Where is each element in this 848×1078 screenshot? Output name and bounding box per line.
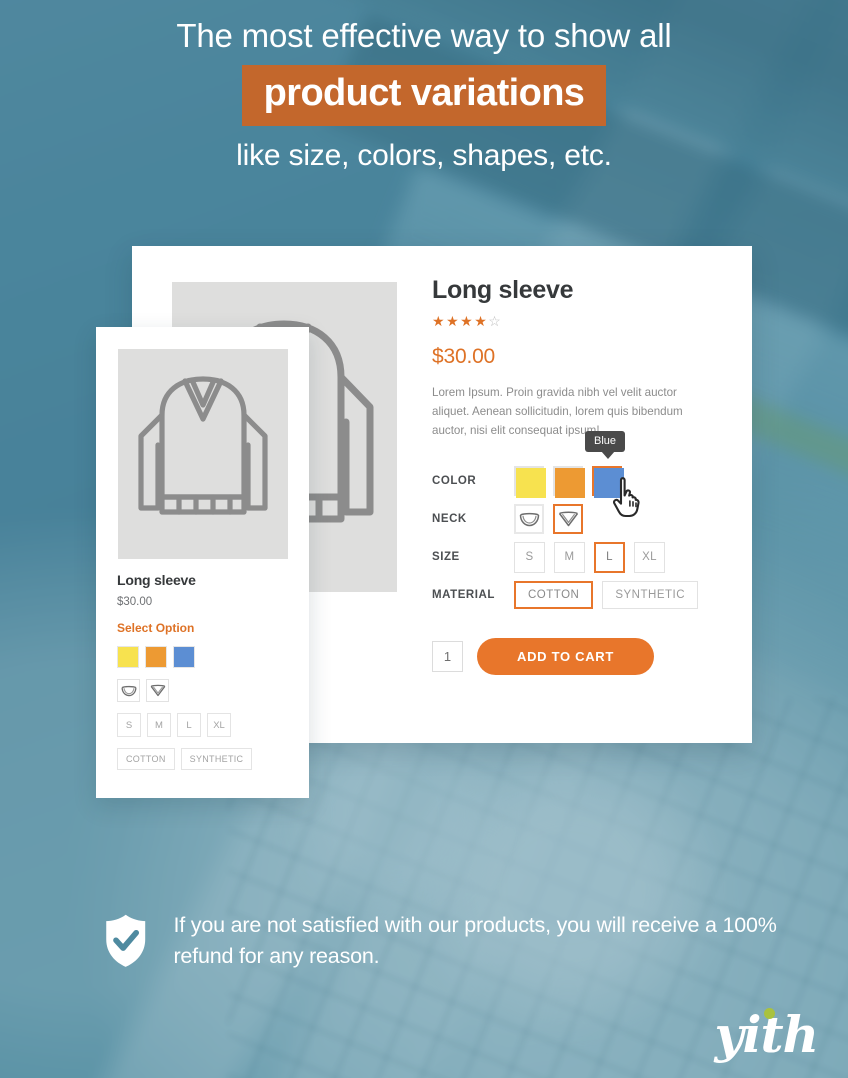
yith-logo-dot (763, 1008, 775, 1019)
mini-size-option-l[interactable]: L (177, 713, 201, 737)
v-neck-icon (558, 511, 578, 527)
star-filled: ★ (460, 313, 475, 329)
attribute-row-neck: NECK (432, 500, 732, 538)
product-price: $30.00 (432, 345, 496, 368)
product-mini-card: Long sleeve $30.00 Select Option S M L X… (96, 327, 309, 798)
guarantee-text: If you are not satisfied with our produc… (173, 913, 777, 968)
guarantee-block: If you are not satisfied with our produc… (104, 905, 784, 977)
mini-neck-options (117, 679, 292, 702)
product-title: Long sleeve (432, 276, 574, 304)
cart-row: 1 ADD TO CART (432, 638, 732, 676)
attribute-label-color: COLOR (432, 475, 477, 488)
mini-material-options: COTTON SYNTHETIC (117, 748, 292, 770)
mini-neck-option-v[interactable] (146, 679, 169, 702)
material-option-synthetic[interactable]: SYNTHETIC (602, 581, 699, 610)
mini-size-option-s[interactable]: S (117, 713, 141, 737)
color-options (514, 466, 624, 499)
star-empty: ☆ (488, 313, 503, 329)
mini-color-swatch-blue[interactable] (173, 646, 195, 668)
headline-line-3: like size, colors, shapes, etc. (236, 139, 612, 173)
color-swatch-yellow[interactable] (514, 466, 546, 499)
sweater-icon (138, 376, 268, 515)
color-tooltip: Blue (585, 431, 626, 460)
crew-neck-icon (519, 512, 539, 527)
material-options: COTTON SYNTHETIC (514, 581, 699, 610)
size-option-s[interactable]: S (514, 541, 545, 573)
size-option-l[interactable]: L (594, 541, 625, 573)
product-description: Lorem Ipsum. Proin gravida nibh vel veli… (432, 386, 683, 438)
size-option-m[interactable]: M (554, 541, 585, 573)
mini-neck-option-crew[interactable] (117, 679, 140, 702)
attribute-label-neck: NECK (432, 513, 467, 526)
shield-check-icon (106, 914, 146, 967)
mini-size-option-xl[interactable]: XL (207, 713, 231, 737)
star-filled: ★ (446, 313, 461, 329)
star-filled: ★ (432, 313, 447, 329)
headline-banner: product variations (241, 65, 607, 127)
crew-neck-icon (120, 685, 137, 696)
yith-logo: yith (715, 1008, 819, 1060)
attribute-label-material: MATERIAL (432, 589, 495, 602)
quantity-input[interactable]: 1 (432, 641, 463, 673)
neck-options (514, 504, 583, 535)
product-details: Long sleeve ★★★★☆ $30.00 Lorem Ipsum. Pr… (432, 276, 732, 676)
mini-size-option-m[interactable]: M (147, 713, 171, 737)
mini-color-swatch-orange[interactable] (145, 646, 167, 668)
mini-product-image (118, 349, 288, 559)
mini-product-price: $30.00 (117, 596, 153, 608)
size-options: S M L XL (514, 541, 665, 573)
size-option-xl[interactable]: XL (634, 541, 665, 573)
mini-color-swatch-yellow[interactable] (117, 646, 139, 668)
select-option-link[interactable]: Select Option (117, 621, 292, 635)
add-to-cart-button[interactable]: ADD TO CART (477, 638, 655, 676)
color-fill (555, 468, 585, 499)
mini-product-title: Long sleeve (117, 572, 196, 588)
attribute-label-size: SIZE (432, 551, 460, 564)
attribute-row-size: SIZE S M L XL (432, 538, 732, 576)
attribute-row-color: COLOR Blue (432, 431, 732, 518)
star-filled: ★ (474, 313, 489, 329)
mini-material-option-synthetic[interactable]: SYNTHETIC (180, 748, 253, 770)
color-fill (516, 468, 546, 499)
mini-card-body: Long sleeve $30.00 Select Option S M L X… (117, 572, 292, 770)
neck-option-crew[interactable] (514, 504, 544, 535)
headline-banner-wrap: product variations (0, 65, 848, 127)
rating-stars: ★★★★☆ (432, 314, 732, 328)
mini-material-option-cotton[interactable]: COTTON (117, 748, 175, 770)
headline-line-1: The most effective way to show all (176, 17, 672, 54)
mini-size-options: S M L XL (117, 713, 292, 737)
color-swatch-orange[interactable] (553, 466, 585, 499)
neck-option-v[interactable] (553, 504, 583, 535)
headline-block: The most effective way to show all produ… (0, 0, 848, 173)
attribute-table: COLOR Blue NECK SIZE S M L XL MATERIAL C… (432, 431, 732, 614)
attribute-row-material: MATERIAL COTTON SYNTHETIC (432, 576, 732, 614)
mini-color-options (117, 646, 292, 668)
v-neck-icon (150, 684, 165, 697)
material-option-cotton[interactable]: COTTON (514, 581, 594, 610)
